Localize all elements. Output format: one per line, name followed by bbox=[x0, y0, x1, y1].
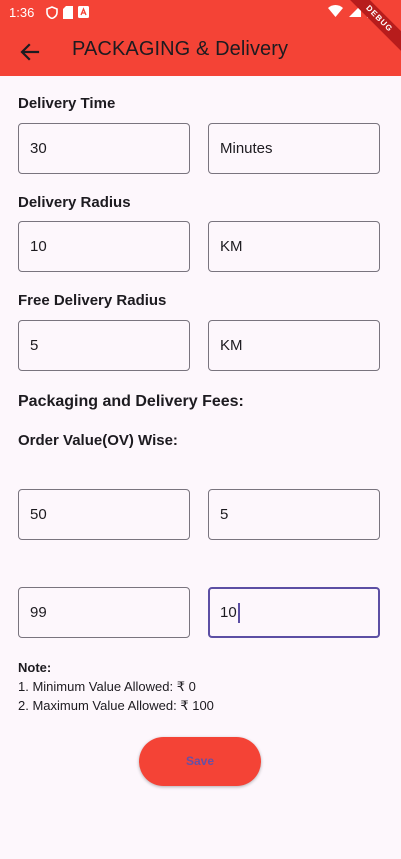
delivery-time-unit-field[interactable]: Minutes bbox=[208, 123, 380, 174]
fee-input-focused[interactable]: 10 bbox=[208, 587, 380, 638]
app-bar: PACKAGING & Delivery bbox=[0, 26, 401, 76]
delivery-radius-unit-field[interactable]: KM bbox=[208, 221, 380, 272]
a-icon bbox=[78, 6, 89, 18]
status-bar: 1:36 bbox=[0, 0, 401, 26]
note-line-min: 1. Minimum Value Allowed: ₹ 0 bbox=[18, 679, 196, 694]
order-value-input[interactable]: 50 bbox=[18, 489, 190, 540]
fee-input-value: 10 bbox=[220, 604, 237, 621]
shield-icon bbox=[46, 6, 58, 19]
note-heading: Note: bbox=[18, 660, 52, 675]
page-title: PACKAGING & Delivery bbox=[72, 38, 289, 60]
sd-card-icon bbox=[63, 6, 73, 19]
text-cursor bbox=[237, 603, 240, 624]
note-block: Note: 1. Minimum Value Allowed: ₹ 0 2. M… bbox=[18, 658, 214, 715]
free-delivery-radius-label: Free Delivery Radius bbox=[18, 292, 167, 309]
delivery-time-label: Delivery Time bbox=[18, 95, 116, 112]
delivery-radius-input[interactable]: 10 bbox=[18, 221, 190, 272]
fee-input[interactable]: 5 bbox=[208, 489, 380, 540]
save-button[interactable]: Save bbox=[139, 737, 261, 786]
status-time: 1:36 bbox=[9, 5, 35, 20]
order-value-input[interactable]: 99 bbox=[18, 587, 190, 638]
note-line-max: 2. Maximum Value Allowed: ₹ 100 bbox=[18, 698, 214, 713]
delivery-radius-label: Delivery Radius bbox=[18, 194, 131, 211]
fees-section-title: Packaging and Delivery Fees: bbox=[18, 393, 244, 410]
wifi-icon bbox=[328, 5, 343, 17]
back-button[interactable] bbox=[16, 38, 44, 66]
free-delivery-radius-input[interactable]: 5 bbox=[18, 320, 190, 371]
free-delivery-radius-unit-field[interactable]: KM bbox=[208, 320, 380, 371]
arrow-back-icon bbox=[20, 43, 40, 61]
delivery-time-input[interactable]: 30 bbox=[18, 123, 190, 174]
order-value-wise-label: Order Value(OV) Wise: bbox=[18, 432, 178, 449]
